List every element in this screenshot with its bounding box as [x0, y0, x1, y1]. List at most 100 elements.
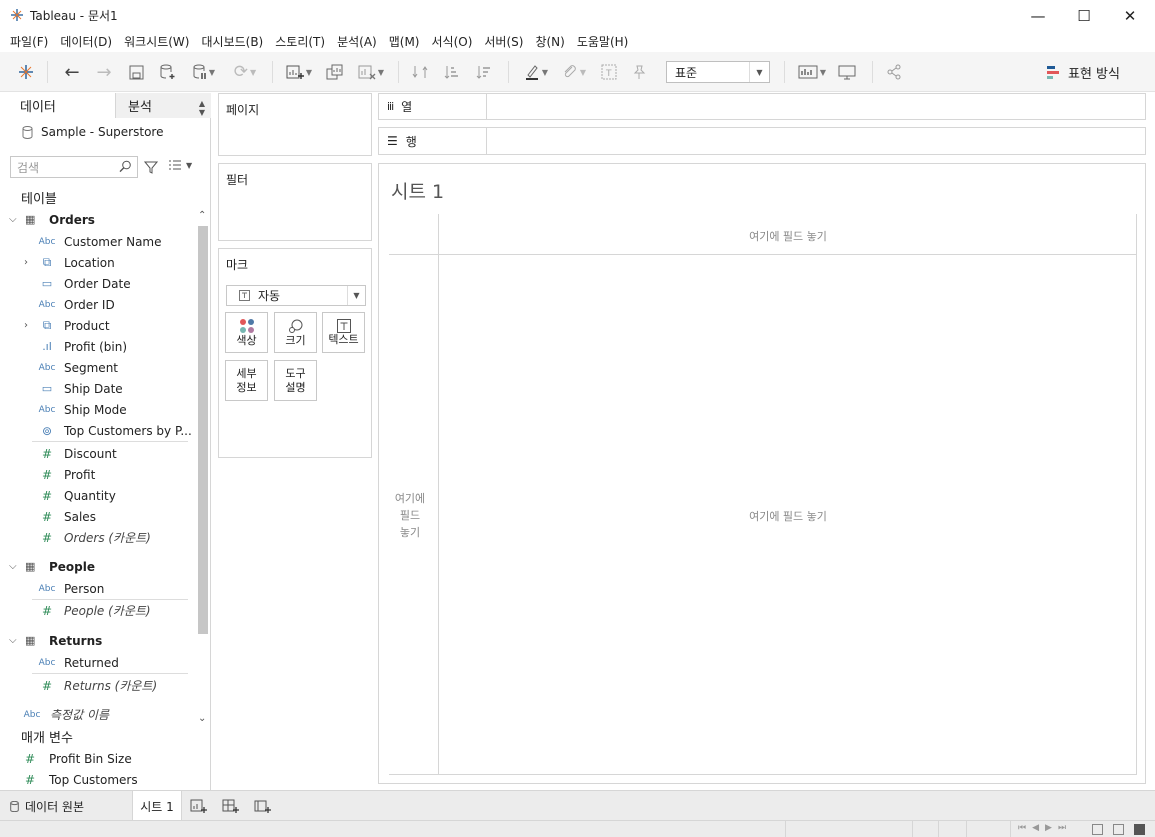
- param-top-customers[interactable]: # Top Customers: [0, 769, 196, 790]
- show-me-button[interactable]: 표현 방식: [1046, 63, 1120, 82]
- rows-shelf[interactable]: ☰ 행: [378, 127, 1146, 155]
- highlight-icon[interactable]: ▼: [520, 62, 552, 82]
- menu-window[interactable]: 창(N): [529, 33, 570, 50]
- size-button[interactable]: 크기: [274, 312, 317, 353]
- field-people-count[interactable]: # People (카운트): [0, 600, 196, 621]
- datasource-item[interactable]: Sample - Superstore: [22, 125, 163, 139]
- filter-icon[interactable]: [144, 161, 158, 174]
- columns-shelf[interactable]: iii 열: [378, 93, 1146, 120]
- mark-type-select[interactable]: 자동 ▼: [226, 285, 366, 306]
- new-story-tab[interactable]: [254, 791, 271, 821]
- field-returned[interactable]: Abc Returned: [0, 652, 196, 673]
- chevron-right-icon: ›: [24, 320, 28, 331]
- filters-shelf[interactable]: 필터: [218, 163, 372, 241]
- drop-field-columns-zone[interactable]: 여기에 필드 놓기: [439, 228, 1137, 244]
- save-icon[interactable]: [126, 62, 146, 82]
- clear-sheet-icon[interactable]: ▼: [354, 62, 388, 82]
- tab-analysis[interactable]: 분석 ▲ ▼: [115, 93, 211, 118]
- chevron-right-icon: ›: [24, 257, 28, 268]
- sheet-title[interactable]: 시트 1: [391, 177, 444, 204]
- field-label: Profit: [64, 467, 96, 482]
- field-sales[interactable]: # Sales: [0, 506, 196, 527]
- close-button[interactable]: ✕: [1107, 0, 1153, 31]
- new-datasource-icon[interactable]: [158, 62, 178, 82]
- new-worksheet-icon[interactable]: ▼: [282, 62, 316, 82]
- detail-button[interactable]: 세부 정보: [225, 360, 268, 401]
- tableau-logo-icon[interactable]: [16, 62, 36, 82]
- field-orders-count[interactable]: # Orders (카운트): [0, 527, 196, 548]
- menu-map[interactable]: 맵(M): [383, 33, 426, 50]
- menu-dashboard[interactable]: 대시보드(B): [195, 33, 269, 50]
- field-customer-name[interactable]: Abc Customer Name: [0, 231, 196, 252]
- pause-updates-icon[interactable]: ▼: [189, 62, 219, 82]
- grid-view-icon[interactable]: [1092, 824, 1103, 835]
- field-order-date[interactable]: ▭ Order Date: [0, 273, 196, 294]
- sort-asc-icon[interactable]: [442, 62, 462, 82]
- title-bar: Tableau - 문서1 — ☐ ✕: [0, 0, 1155, 31]
- fit-select[interactable]: 표준 ▼: [666, 61, 770, 83]
- share-icon[interactable]: [884, 62, 904, 82]
- drop-field-main-zone[interactable]: 여기에 필드 놓기: [439, 508, 1137, 524]
- sheet-tab-label: 시트 1: [140, 799, 174, 814]
- new-worksheet-tab[interactable]: [190, 791, 207, 821]
- tab-data[interactable]: 데이터: [0, 93, 115, 118]
- menu-data[interactable]: 데이터(D): [54, 33, 118, 50]
- redo-icon[interactable]: →: [94, 62, 114, 83]
- param-profit-bin-size[interactable]: # Profit Bin Size: [0, 748, 196, 769]
- field-discount[interactable]: # Discount: [0, 443, 196, 464]
- view-options-button[interactable]: ▼: [168, 159, 192, 171]
- scroll-thumb[interactable]: [198, 226, 208, 634]
- new-dashboard-tab[interactable]: [222, 791, 239, 821]
- field-order-id[interactable]: Abc Order ID: [0, 294, 196, 315]
- datasource-name: Sample - Superstore: [41, 125, 164, 139]
- field-returns-count[interactable]: # Returns (카운트): [0, 675, 196, 696]
- show-labels-icon[interactable]: T: [599, 62, 619, 82]
- maximize-button[interactable]: ☐: [1061, 0, 1107, 31]
- swap-icon[interactable]: [410, 62, 430, 82]
- presentation-icon[interactable]: [837, 62, 857, 82]
- field-label: Top Customers by P...: [64, 423, 192, 438]
- group-icon[interactable]: ▼: [558, 62, 590, 82]
- menu-analysis[interactable]: 분석(A): [331, 33, 383, 50]
- color-button[interactable]: 색상: [225, 312, 268, 353]
- field-profit[interactable]: # Profit: [0, 464, 196, 485]
- minimize-button[interactable]: —: [1015, 0, 1061, 31]
- field-measure-names[interactable]: Abc 측정값 이름: [0, 704, 196, 725]
- undo-icon[interactable]: ←: [62, 62, 82, 83]
- refresh-icon[interactable]: ⟳ ▼: [228, 62, 262, 82]
- tabs-view-icon[interactable]: [1134, 824, 1145, 835]
- menu-story[interactable]: 스토리(T): [269, 33, 331, 50]
- tables-header: 테이블: [21, 192, 57, 207]
- label-button[interactable]: 텍스트: [322, 312, 365, 353]
- field-top-customers-set[interactable]: ⊚ Top Customers by P...: [0, 420, 196, 441]
- field-segment[interactable]: Abc Segment: [0, 357, 196, 378]
- field-ship-date[interactable]: ▭ Ship Date: [0, 378, 196, 399]
- field-ship-mode[interactable]: Abc Ship Mode: [0, 399, 196, 420]
- menu-worksheet[interactable]: 워크시트(W): [118, 33, 195, 50]
- field-profit-bin[interactable]: .ıl Profit (bin): [0, 336, 196, 357]
- datasource-tab[interactable]: 데이터 원본: [10, 791, 84, 821]
- field-quantity[interactable]: # Quantity: [0, 485, 196, 506]
- fit-icon[interactable]: ▼: [795, 62, 829, 82]
- sheet-tab[interactable]: 시트 1: [132, 791, 182, 821]
- scroll-up-icon[interactable]: ⌃: [198, 210, 206, 221]
- menu-server[interactable]: 서버(S): [478, 33, 529, 50]
- data-pane-scrollbar[interactable]: ⌃ ⌄: [196, 210, 210, 724]
- field-location[interactable]: › ⧉ Location: [0, 252, 196, 273]
- sort-desc-icon[interactable]: [474, 62, 494, 82]
- duplicate-sheet-icon[interactable]: [324, 62, 344, 82]
- pages-shelf[interactable]: 페이지: [218, 93, 372, 156]
- menu-file[interactable]: 파일(F): [4, 33, 54, 50]
- filmstrip-view-icon[interactable]: [1113, 824, 1124, 835]
- menu-format[interactable]: 서식(O): [426, 33, 479, 50]
- drop-field-rows-zone[interactable]: 여기에 필드 놓기: [389, 490, 431, 541]
- tooltip-button[interactable]: 도구 설명: [274, 360, 317, 401]
- field-search-input[interactable]: 검색: [10, 156, 138, 178]
- pin-icon[interactable]: [629, 62, 649, 82]
- field-product[interactable]: › ⧉ Product: [0, 315, 196, 336]
- sheet-nav-icons[interactable]: ⏮◀▶⏭: [1018, 823, 1072, 833]
- scroll-down-icon[interactable]: ⌄: [198, 713, 206, 724]
- table-icon: ▦: [25, 634, 36, 647]
- field-person[interactable]: Abc Person: [0, 578, 196, 599]
- menu-help[interactable]: 도움말(H): [571, 33, 635, 50]
